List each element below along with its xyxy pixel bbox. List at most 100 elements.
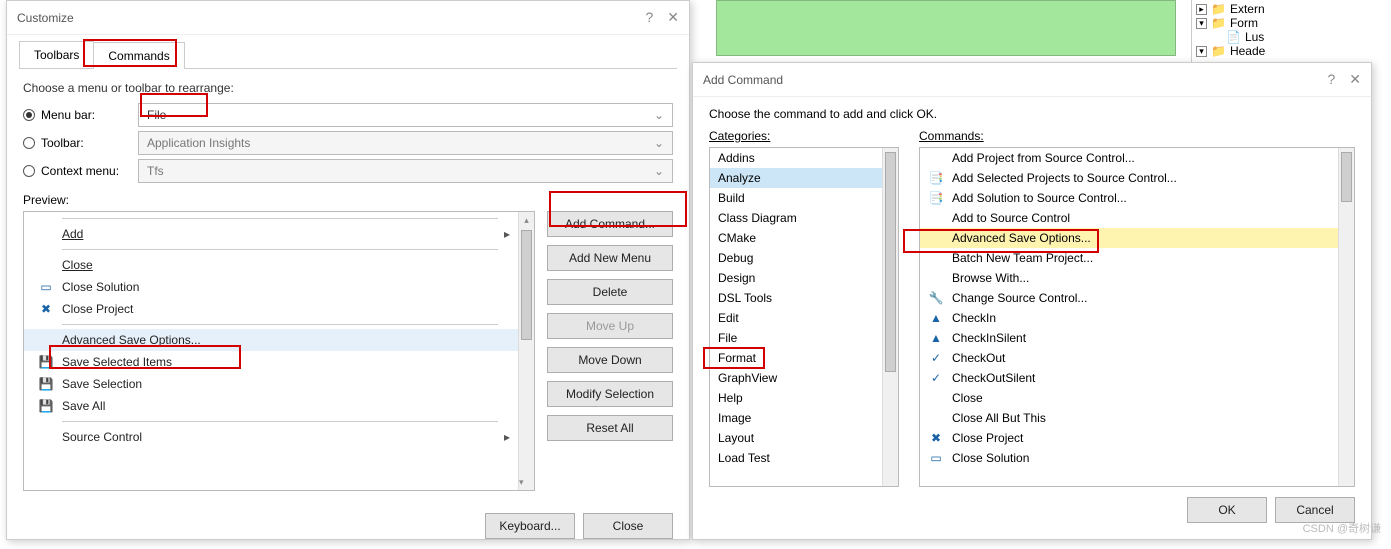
dialog-title: Add Command <box>703 73 783 87</box>
tab-toolbars[interactable]: Toolbars <box>19 41 94 68</box>
command-item[interactable]: Close <box>920 388 1338 408</box>
menu-item-add[interactable]: Add▸ <box>24 223 518 245</box>
dialog-titlebar: Add Command ? ✕ <box>693 63 1371 97</box>
menu-item-advanced-save[interactable]: Advanced Save Options... <box>24 329 518 351</box>
keyboard-button[interactable]: Keyboard... <box>485 513 575 539</box>
tree-expand-icon[interactable]: ▾ <box>1196 18 1207 29</box>
category-item[interactable]: Format <box>710 348 898 368</box>
save-all-icon: 💾 <box>38 399 54 413</box>
category-item[interactable]: Image <box>710 408 898 428</box>
category-item[interactable]: GraphView <box>710 368 898 388</box>
radio-context[interactable] <box>23 165 35 177</box>
menubar-select[interactable]: File⌄ <box>138 103 673 127</box>
command-icon: ▭ <box>928 451 944 465</box>
customize-dialog: Customize ? ✕ Toolbars Commands Choose a… <box>6 0 690 540</box>
scroll-up-icon[interactable]: ▴ <box>519 212 534 228</box>
menu-item-save-selected[interactable]: 💾Save Selected Items <box>24 351 518 373</box>
menu-item-close-solution[interactable]: ▭Close Solution <box>24 276 518 298</box>
command-icon: ✖ <box>928 431 944 445</box>
close-button[interactable]: Close <box>583 513 673 539</box>
ok-button[interactable]: OK <box>1187 497 1267 523</box>
command-item[interactable]: 📑Add Solution to Source Control... <box>920 188 1338 208</box>
category-item[interactable]: Edit <box>710 308 898 328</box>
category-item[interactable]: Help <box>710 388 898 408</box>
move-up-button[interactable]: Move Up <box>547 313 673 339</box>
command-item[interactable]: ✖Close Project <box>920 428 1338 448</box>
category-item[interactable]: Layout <box>710 428 898 448</box>
category-item[interactable]: Build <box>710 188 898 208</box>
prompt-label: Choose the command to add and click OK. <box>709 107 1355 121</box>
command-item[interactable]: Add to Source Control <box>920 208 1338 228</box>
category-item[interactable]: Load Test <box>710 448 898 468</box>
radio-menubar[interactable] <box>23 109 35 121</box>
reset-button[interactable]: Reset All <box>547 415 673 441</box>
command-icon: ✓ <box>928 351 944 365</box>
close-icon[interactable]: ✕ <box>667 9 679 26</box>
help-icon[interactable]: ? <box>1327 71 1335 88</box>
scroll-thumb[interactable] <box>521 230 532 340</box>
save-icon: 💾 <box>38 377 54 391</box>
command-item[interactable]: Browse With... <box>920 268 1338 288</box>
command-icon: 🔧 <box>928 291 944 305</box>
command-item[interactable]: ▲CheckInSilent <box>920 328 1338 348</box>
close-icon[interactable]: ✕ <box>1349 71 1361 88</box>
command-icon: ✓ <box>928 371 944 385</box>
command-item[interactable]: ✓CheckOutSilent <box>920 368 1338 388</box>
dialog-title: Customize <box>17 11 74 25</box>
command-icon: 📑 <box>928 191 944 205</box>
scrollbar[interactable] <box>1338 148 1354 486</box>
scrollbar[interactable] <box>882 148 898 486</box>
add-command-button[interactable]: Add Command... <box>547 211 673 237</box>
category-item[interactable]: File <box>710 328 898 348</box>
menu-item-save-all[interactable]: 💾Save All <box>24 395 518 417</box>
bg-highlight <box>716 0 1176 56</box>
command-icon: ▲ <box>928 331 944 345</box>
toolbar-select[interactable]: Application Insights⌄ <box>138 131 673 155</box>
categories-label: Categories: <box>709 129 899 143</box>
category-item[interactable]: Class Diagram <box>710 208 898 228</box>
menu-item-source-control[interactable]: Source Control▸ <box>24 426 518 448</box>
dialog-titlebar: Customize ? ✕ <box>7 1 689 35</box>
command-item[interactable]: Add Project from Source Control... <box>920 148 1338 168</box>
command-icon: 📑 <box>928 171 944 185</box>
submenu-arrow-icon: ▸ <box>504 227 510 241</box>
chevron-down-icon: ⌄ <box>654 164 664 178</box>
command-item[interactable]: 📑Add Selected Projects to Source Control… <box>920 168 1338 188</box>
category-item[interactable]: DSL Tools <box>710 288 898 308</box>
move-down-button[interactable]: Move Down <box>547 347 673 373</box>
help-icon[interactable]: ? <box>645 9 653 26</box>
delete-button[interactable]: Delete <box>547 279 673 305</box>
category-item[interactable]: Debug <box>710 248 898 268</box>
commands-listbox[interactable]: Add Project from Source Control...📑Add S… <box>919 147 1355 487</box>
commands-label: Commands: <box>919 129 1355 143</box>
command-item[interactable]: ▭Close Solution <box>920 448 1338 468</box>
menu-item-close-project[interactable]: ✖Close Project <box>24 298 518 320</box>
command-item[interactable]: 🔧Change Source Control... <box>920 288 1338 308</box>
modify-button[interactable]: Modify Selection <box>547 381 673 407</box>
close-project-icon: ✖ <box>38 302 54 316</box>
categories-listbox[interactable]: AddinsAnalyzeBuildClass DiagramCMakeDebu… <box>709 147 899 487</box>
menu-item-close[interactable]: Close <box>24 254 518 276</box>
command-item[interactable]: Close All But This <box>920 408 1338 428</box>
scrollbar[interactable]: ▴ ▾ <box>518 212 534 490</box>
tab-commands[interactable]: Commands <box>93 42 184 69</box>
add-menu-button[interactable]: Add New Menu <box>547 245 673 271</box>
command-item[interactable]: Batch New Team Project... <box>920 248 1338 268</box>
category-item[interactable]: Addins <box>710 148 898 168</box>
watermark: CSDN @奇树谦 <box>1303 520 1381 536</box>
command-item[interactable]: ✓CheckOut <box>920 348 1338 368</box>
radio-toolbar[interactable] <box>23 137 35 149</box>
command-item[interactable]: ▲CheckIn <box>920 308 1338 328</box>
preview-list: Add▸ Close ▭Close Solution ✖Close Projec… <box>23 211 535 491</box>
category-item[interactable]: CMake <box>710 228 898 248</box>
category-item[interactable]: Design <box>710 268 898 288</box>
command-item[interactable]: Advanced Save Options... <box>920 228 1338 248</box>
solution-explorer-fragment: ▸📁 Extern ▾📁 Form 📄 Lus ▾📁 Heade <box>1191 0 1391 70</box>
tree-expand-icon[interactable]: ▸ <box>1196 4 1207 15</box>
menu-item-save-selection[interactable]: 💾Save Selection <box>24 373 518 395</box>
chevron-down-icon: ⌄ <box>654 108 664 122</box>
tree-expand-icon[interactable]: ▾ <box>1196 46 1207 57</box>
context-select[interactable]: Tfs⌄ <box>138 159 673 183</box>
scroll-down-icon[interactable]: ▾ <box>519 474 524 490</box>
category-item[interactable]: Analyze <box>710 168 898 188</box>
